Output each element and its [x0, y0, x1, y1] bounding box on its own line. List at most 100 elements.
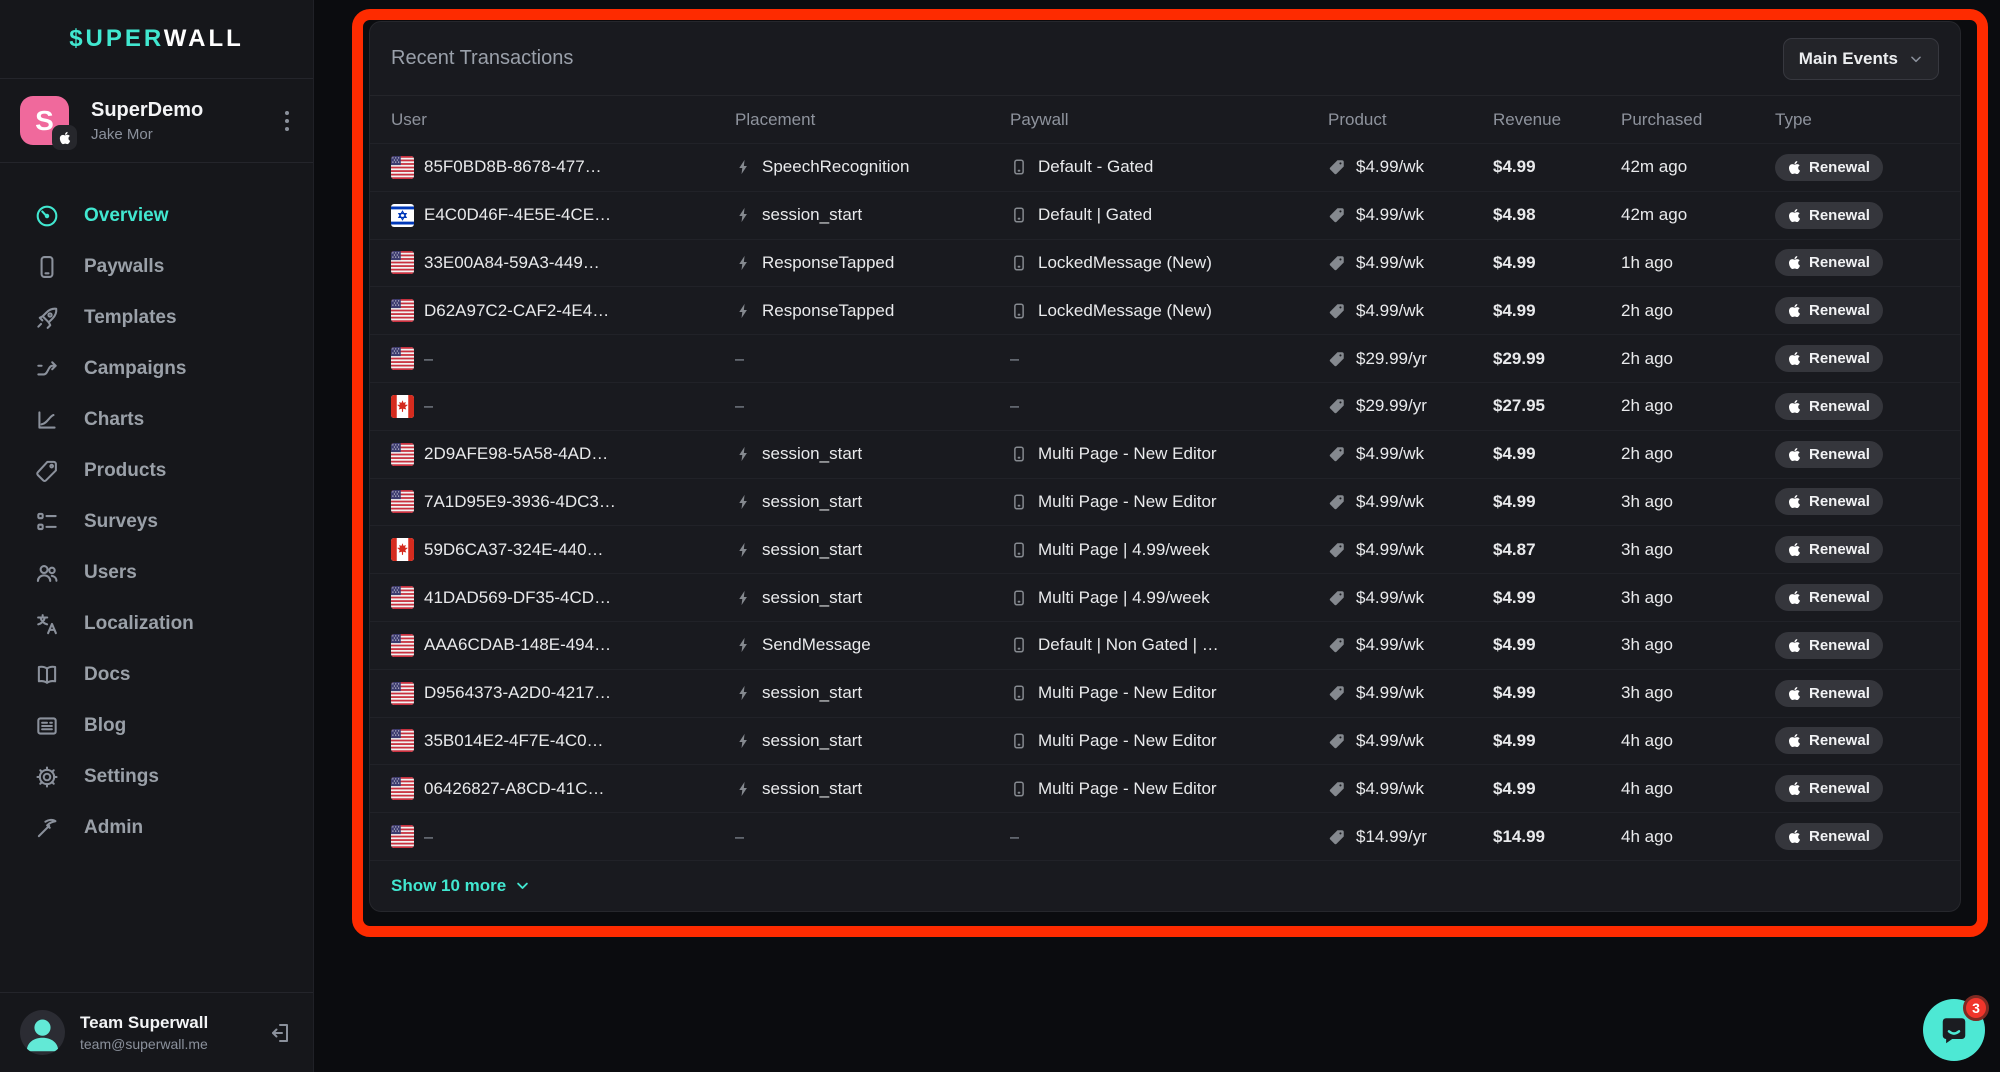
- tag-icon: [1328, 302, 1346, 320]
- sidebar-item-blog[interactable]: Blog: [0, 700, 313, 751]
- type-cell: Renewal: [1775, 154, 1939, 181]
- table-row[interactable]: 41DAD569-DF35-4CD…session_startMulti Pag…: [370, 573, 1960, 621]
- table-row[interactable]: D9564373-A2D0-4217…session_startMulti Pa…: [370, 669, 1960, 717]
- revenue-cell: $4.99: [1493, 779, 1621, 799]
- apple-icon: [1788, 590, 1801, 605]
- purchased-cell: 2h ago: [1621, 396, 1775, 416]
- placement-cell: SpeechRecognition: [735, 157, 1010, 177]
- newspaper-icon: [34, 713, 60, 739]
- app-owner: Jake Mor: [91, 126, 203, 143]
- sidebar-item-label: Products: [84, 460, 166, 482]
- gauge-icon: [34, 203, 60, 229]
- sidebar-item-localization[interactable]: Localization: [0, 598, 313, 649]
- revenue-cell: $4.99: [1493, 731, 1621, 751]
- us-flag-icon: [391, 682, 414, 705]
- purchased-cell: 3h ago: [1621, 683, 1775, 703]
- events-filter-dropdown[interactable]: Main Events: [1783, 38, 1939, 80]
- chat-launcher-button[interactable]: 3: [1923, 999, 1985, 1061]
- us-flag-icon: [391, 490, 414, 513]
- phone-icon: [1010, 253, 1028, 273]
- table-row[interactable]: 06426827-A8CD-41C…session_startMulti Pag…: [370, 764, 1960, 812]
- table-row[interactable]: 59D6CA37-324E-440…session_startMulti Pag…: [370, 525, 1960, 573]
- sidebar-item-charts[interactable]: Charts: [0, 394, 313, 445]
- pickaxe-icon: [34, 815, 60, 841]
- table-row[interactable]: 33E00A84-59A3-449…ResponseTappedLockedMe…: [370, 239, 1960, 287]
- purchased-cell: 1h ago: [1621, 253, 1775, 273]
- table-row[interactable]: –––$29.99/yr$27.952h agoRenewal: [370, 382, 1960, 430]
- product-value: $4.99/wk: [1356, 588, 1424, 608]
- placement-value: ResponseTapped: [762, 253, 894, 273]
- sidebar-item-products[interactable]: Products: [0, 445, 313, 496]
- logout-icon[interactable]: [269, 1021, 293, 1045]
- product-value: $4.99/wk: [1356, 540, 1424, 560]
- sidebar-item-templates[interactable]: Templates: [0, 292, 313, 343]
- product-cell: $4.99/wk: [1328, 492, 1493, 512]
- transaction-type-badge: Renewal: [1775, 536, 1883, 563]
- placement-value: –: [735, 349, 744, 369]
- revenue-cell: $4.87: [1493, 540, 1621, 560]
- sidebar-item-paywalls[interactable]: Paywalls: [0, 241, 313, 292]
- us-flag-icon: [391, 586, 414, 609]
- table-row[interactable]: –––$14.99/yr$14.994h agoRenewal: [370, 812, 1960, 860]
- sidebar-item-label: Settings: [84, 766, 159, 788]
- logo-box: $UPERWALL: [0, 0, 313, 79]
- revenue-cell: $4.99: [1493, 683, 1621, 703]
- purchased-cell: 3h ago: [1621, 492, 1775, 512]
- kebab-menu-icon[interactable]: [279, 105, 295, 137]
- paywall-cell: Multi Page - New Editor: [1010, 683, 1328, 703]
- user-cell: –: [391, 825, 735, 848]
- sidebar-item-surveys[interactable]: Surveys: [0, 496, 313, 547]
- table-row[interactable]: 35B014E2-4F7E-4C0…session_startMulti Pag…: [370, 717, 1960, 765]
- phone-icon: [1010, 492, 1028, 512]
- checklist-icon: [34, 509, 60, 535]
- us-flag-icon: [391, 729, 414, 752]
- translate-icon: [34, 611, 60, 637]
- app-switcher[interactable]: S SuperDemo Jake Mor: [0, 79, 313, 163]
- table-row[interactable]: AAA6CDAB-148E-494…SendMessageDefault | N…: [370, 621, 1960, 669]
- lightning-icon: [735, 444, 752, 464]
- logo-accent-text: $UPER: [69, 25, 164, 52]
- user-cell: 33E00A84-59A3-449…: [391, 251, 735, 274]
- sidebar-item-label: Paywalls: [84, 256, 164, 278]
- table-row[interactable]: 85F0BD8B-8678-477…SpeechRecognitionDefau…: [370, 143, 1960, 191]
- revenue-cell: $4.99: [1493, 492, 1621, 512]
- product-value: $29.99/yr: [1356, 349, 1427, 369]
- user-id: –: [424, 349, 433, 369]
- table-row[interactable]: D62A97C2-CAF2-4E4…ResponseTappedLockedMe…: [370, 286, 1960, 334]
- tag-icon: [1328, 828, 1346, 846]
- phone-icon: [1010, 301, 1028, 321]
- account-section: Team Superwall team@superwall.me: [0, 992, 313, 1072]
- tag-icon: [1328, 445, 1346, 463]
- sidebar-item-docs[interactable]: Docs: [0, 649, 313, 700]
- product-cell: $4.99/wk: [1328, 779, 1493, 799]
- table-row[interactable]: E4C0D46F-4E5E-4CE…session_startDefault |…: [370, 191, 1960, 239]
- placement-cell: session_start: [735, 444, 1010, 464]
- sidebar-item-users[interactable]: Users: [0, 547, 313, 598]
- placement-cell: session_start: [735, 492, 1010, 512]
- product-cell: $4.99/wk: [1328, 540, 1493, 560]
- type-label: Renewal: [1809, 732, 1870, 749]
- placement-cell: –: [735, 396, 1010, 416]
- product-value: $4.99/wk: [1356, 731, 1424, 751]
- tag-icon: [1328, 589, 1346, 607]
- type-cell: Renewal: [1775, 202, 1939, 229]
- revenue-cell: $4.99: [1493, 253, 1621, 273]
- table-row[interactable]: 2D9AFE98-5A58-4AD…session_startMulti Pag…: [370, 430, 1960, 478]
- lightning-icon: [735, 301, 752, 321]
- type-cell: Renewal: [1775, 488, 1939, 515]
- sidebar-item-label: Blog: [84, 715, 126, 737]
- sidebar-item-campaigns[interactable]: Campaigns: [0, 343, 313, 394]
- type-cell: Renewal: [1775, 536, 1939, 563]
- show-more-button[interactable]: Show 10 more: [370, 860, 1960, 911]
- sidebar-item-overview[interactable]: Overview: [0, 190, 313, 241]
- sidebar-item-settings[interactable]: Settings: [0, 751, 313, 802]
- type-label: Renewal: [1809, 159, 1870, 176]
- user-cell: AAA6CDAB-148E-494…: [391, 634, 735, 657]
- phone-icon: [1010, 205, 1028, 225]
- table-row[interactable]: –––$29.99/yr$29.992h agoRenewal: [370, 334, 1960, 382]
- user-id: 35B014E2-4F7E-4C0…: [424, 731, 604, 751]
- table-row[interactable]: 7A1D95E9-3936-4DC3…session_startMulti Pa…: [370, 478, 1960, 526]
- sidebar-item-admin[interactable]: Admin: [0, 802, 313, 853]
- user-cell: D9564373-A2D0-4217…: [391, 682, 735, 705]
- user-id: 33E00A84-59A3-449…: [424, 253, 600, 273]
